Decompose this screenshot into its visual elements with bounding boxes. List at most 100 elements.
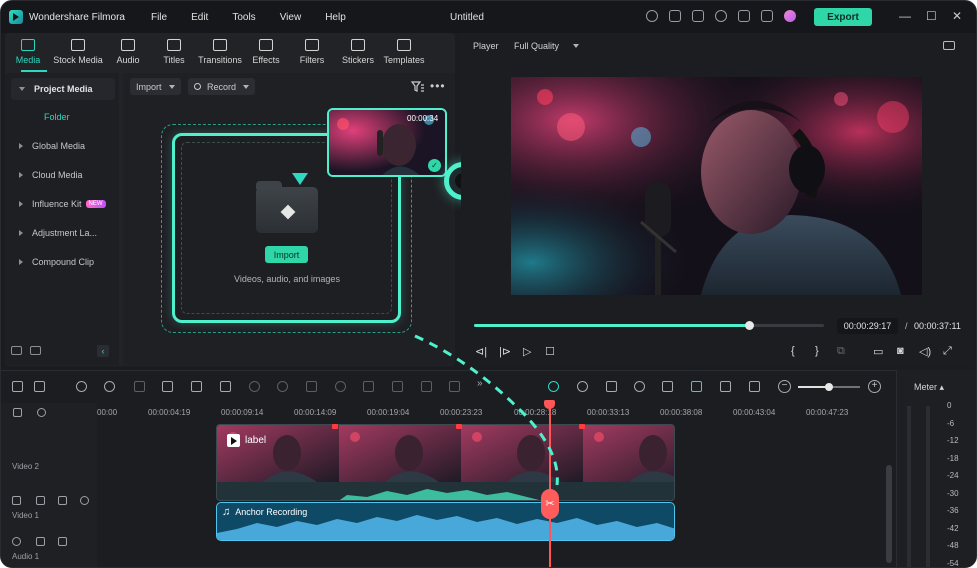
tab-media[interactable]: Media (5, 33, 51, 71)
close-icon[interactable]: ✕ (952, 9, 962, 23)
microphone-icon[interactable] (634, 381, 645, 392)
track-volume-icon[interactable] (58, 537, 67, 546)
zoom-in-button[interactable]: + (868, 380, 881, 393)
mark-in-icon[interactable]: { (791, 345, 795, 357)
play-icon[interactable]: ▷ (523, 345, 531, 358)
sidebar-item-cloud-media[interactable]: Cloud Media (11, 164, 115, 186)
color-icon[interactable] (277, 381, 288, 392)
sidebar-item-folder[interactable]: Folder (44, 112, 70, 122)
status-indicator-icon[interactable] (646, 10, 658, 22)
sidebar-item-project-media[interactable]: Project Media (11, 78, 115, 100)
video-clip[interactable] (216, 424, 675, 501)
tab-titles[interactable]: Titles (151, 33, 197, 71)
maximize-icon[interactable]: ☐ (926, 9, 937, 23)
auto-highlight-icon[interactable] (577, 381, 588, 392)
playhead[interactable] (549, 403, 551, 567)
adjust-icon[interactable] (421, 381, 432, 392)
pip-icon[interactable] (749, 381, 760, 392)
zoom-knob[interactable] (825, 383, 833, 391)
record-dropdown[interactable]: Record (188, 78, 256, 95)
text-tool-icon[interactable] (220, 381, 231, 392)
zoom-out-button[interactable]: − (778, 380, 791, 393)
clip-marker[interactable] (332, 424, 338, 429)
marker-icon[interactable] (606, 381, 617, 392)
stabilize-icon[interactable] (363, 381, 374, 392)
audio-beat-icon[interactable] (662, 381, 673, 392)
undo-icon[interactable] (76, 381, 87, 392)
ai-tool-icon[interactable] (392, 381, 403, 392)
layout-grid-icon[interactable] (12, 381, 23, 392)
clip-marker[interactable] (579, 424, 585, 429)
link-icon[interactable] (37, 408, 46, 417)
previous-frame-icon[interactable]: ⊲| (475, 345, 487, 358)
mark-out-icon[interactable]: } (815, 345, 819, 357)
menu-file[interactable]: File (151, 12, 167, 23)
tab-effects[interactable]: Effects (243, 33, 289, 71)
timer-icon[interactable] (335, 381, 346, 392)
new-folder-icon[interactable] (11, 346, 22, 355)
select-cursor-icon[interactable] (34, 381, 45, 392)
next-frame-icon[interactable]: |⊳ (499, 345, 511, 358)
insert-icon[interactable]: ⧉ (837, 345, 845, 358)
render-preview-icon[interactable] (720, 381, 731, 392)
more-options-icon[interactable]: ••• (430, 79, 446, 93)
tab-transitions[interactable]: Transitions (197, 33, 243, 71)
tab-stock-media[interactable]: Stock Media (51, 33, 105, 71)
eye-icon[interactable] (80, 496, 89, 505)
sidebar-item-compound-clip[interactable]: Compound Clip (11, 251, 115, 273)
menu-view[interactable]: View (280, 12, 302, 23)
crop-icon[interactable] (191, 381, 202, 392)
video-preview[interactable] (511, 77, 922, 295)
ai-assistant-icon[interactable] (548, 381, 559, 392)
sidebar-item-global-media[interactable]: Global Media (11, 135, 115, 157)
scissors-icon[interactable]: ✂ (541, 489, 559, 519)
timeline-vertical-scrollbar[interactable] (886, 465, 892, 563)
snap-icon[interactable] (691, 381, 702, 392)
camera-icon[interactable]: ◙ (897, 345, 904, 357)
clip-marker[interactable] (456, 424, 462, 429)
speed-icon[interactable] (249, 381, 260, 392)
monitor-icon[interactable] (669, 10, 681, 22)
menu-edit[interactable]: Edit (191, 12, 208, 23)
zoom-slider[interactable] (798, 383, 860, 391)
menu-tools[interactable]: Tools (232, 12, 255, 23)
redo-icon[interactable] (104, 381, 115, 392)
mask-icon[interactable] (306, 381, 317, 392)
tab-templates[interactable]: Templates (381, 33, 427, 71)
stop-icon[interactable]: ☐ (545, 345, 555, 358)
playback-progress[interactable] (474, 321, 824, 330)
more-tools-icon[interactable]: » (477, 378, 488, 389)
tab-audio[interactable]: Audio (105, 33, 151, 71)
import-dropdown[interactable]: Import (130, 78, 181, 95)
folder-icon[interactable] (30, 346, 41, 355)
playhead-handle[interactable] (544, 400, 555, 409)
add-track-icon[interactable] (13, 408, 22, 417)
track-folder-icon[interactable] (36, 496, 45, 505)
sidebar-item-adjustment-layer[interactable]: Adjustment La... (11, 222, 115, 244)
meter-label[interactable]: Meter ▴ (914, 382, 944, 393)
export-button[interactable]: Export (814, 8, 872, 26)
menu-help[interactable]: Help (325, 12, 346, 23)
current-timecode[interactable]: 00:00:29:17 (837, 318, 898, 334)
collapse-sidebar-button[interactable]: ‹ (97, 345, 109, 357)
save-icon[interactable] (692, 10, 704, 22)
filter-sort-icon[interactable] (411, 81, 425, 93)
minimize-icon[interactable]: — (899, 9, 911, 23)
track-folder-icon[interactable] (36, 537, 45, 546)
sidebar-item-influence-kit[interactable]: Influence Kit NEW (11, 193, 115, 215)
volume-icon[interactable]: ◁) (919, 345, 931, 358)
display-icon[interactable]: ▭ (873, 345, 883, 358)
tab-stickers[interactable]: Stickers (335, 33, 381, 71)
fullscreen-icon[interactable]: ⤢ (943, 345, 952, 358)
tab-filters[interactable]: Filters (289, 33, 335, 71)
track-volume-icon[interactable] (58, 496, 67, 505)
cloud-icon[interactable] (715, 10, 727, 22)
split-scissors-icon[interactable] (162, 381, 173, 392)
delete-icon[interactable] (134, 381, 145, 392)
snapshot-icon[interactable] (943, 41, 955, 50)
avatar[interactable] (784, 10, 796, 22)
keyframe-icon[interactable] (449, 381, 460, 392)
gift-icon[interactable] (761, 10, 773, 22)
timeline-ruler[interactable]: 00:00 00:00:04:19 00:00:09:14 00:00:14:09 00… (97, 403, 896, 421)
import-button[interactable]: Import (265, 246, 308, 263)
